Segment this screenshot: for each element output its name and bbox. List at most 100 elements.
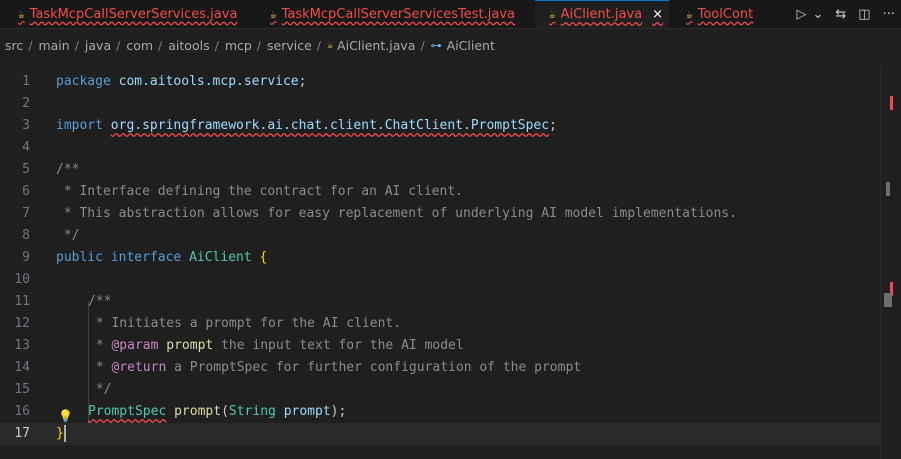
code-line[interactable]: 12 * Initiates a prompt for the AI clien… (0, 313, 880, 335)
line-number: 2 (22, 96, 30, 111)
editor-tab-bar: ☕ TaskMcpCallServerServices.java ☕ TaskM… (0, 0, 901, 29)
comment: /** (56, 162, 80, 177)
code-line[interactable]: 14 * @return a PromptSpec for further co… (0, 357, 880, 379)
run-icon[interactable]: ▷ (796, 7, 806, 22)
line-number: 13 (14, 338, 30, 353)
keyword: import (56, 118, 103, 133)
line-number: 16 (14, 404, 30, 419)
code-editor[interactable]: 1 package com.aitools.mcp.service; 2 3 i… (0, 68, 880, 459)
type-name: AiClient (189, 250, 252, 265)
keyword: interface (110, 250, 182, 265)
line-number: 11 (14, 294, 30, 309)
punctuation: ); (330, 404, 347, 419)
type-name: String (228, 404, 276, 419)
code-line[interactable]: 7 * This abstraction allows for easy rep… (0, 203, 880, 225)
tab-toolcont[interactable]: ☕ ToolCont (686, 0, 753, 28)
compare-icon[interactable]: ⇆ (835, 7, 846, 22)
breadcrumb-item[interactable]: aitools (168, 38, 209, 53)
interface-icon: ⊶ (430, 39, 442, 52)
breadcrumb-item[interactable]: mcp (225, 38, 252, 53)
keyword: public (56, 250, 103, 265)
cursor-position-marker (884, 293, 892, 307)
javadoc-tag: @return (111, 360, 167, 375)
tab-label: TaskMcpCallServerServicesTest.java (281, 6, 515, 22)
breadcrumb-separator: / (116, 38, 121, 53)
breadcrumb-separator: / (158, 38, 163, 53)
breadcrumb-item[interactable]: service (267, 38, 312, 53)
breadcrumb-item[interactable]: main (38, 38, 69, 53)
comment: * (88, 360, 112, 375)
line-number: 17 (14, 426, 30, 441)
comment: */ (56, 228, 80, 243)
code-line[interactable]: 1 package com.aitools.mcp.service; (0, 71, 880, 93)
line-number: 5 (22, 162, 30, 177)
brace: { (259, 250, 268, 265)
javadoc-tag: @param (111, 338, 159, 353)
code-line-current[interactable]: 17 } (0, 423, 880, 445)
comment: the input text for the AI model (213, 338, 464, 353)
line-number: 4 (22, 140, 30, 155)
import-path: org.springframework.ai.chat.client.ChatC… (110, 118, 550, 133)
scroll-thumb[interactable] (886, 182, 890, 196)
comment: /** (88, 294, 112, 309)
line-number: 14 (14, 360, 30, 375)
tab-label: TaskMcpCallServerServices.java (29, 6, 238, 22)
parameter-name: prompt (283, 404, 331, 419)
java-file-icon: ☕ (18, 7, 25, 21)
code-line[interactable]: 13 * @param prompt the input text for th… (0, 335, 880, 357)
lightbulb-icon[interactable]: 💡 (58, 405, 73, 423)
code-line[interactable]: 6 * Interface defining the contract for … (0, 181, 880, 203)
comment: */ (88, 382, 112, 397)
split-editor-icon[interactable]: ◫ (858, 7, 870, 22)
comment: * This abstraction allows for easy repla… (56, 206, 737, 221)
line-number: 9 (22, 250, 30, 265)
code-line[interactable]: 2 (0, 93, 880, 115)
breadcrumb-separator: / (420, 38, 425, 53)
breadcrumb-separator: / (214, 38, 219, 53)
code-line[interactable]: 16 💡 PromptSpec prompt(String prompt); (0, 401, 880, 423)
comment: * Interface defining the contract for an… (56, 184, 463, 199)
punctuation: ; (549, 118, 557, 133)
error-marker[interactable] (890, 96, 893, 110)
type-name: PromptSpec (88, 404, 167, 419)
method-name: prompt (174, 404, 222, 419)
code-line[interactable]: 5 /** (0, 159, 880, 181)
line-number: 8 (22, 228, 30, 243)
line-number: 3 (22, 118, 30, 133)
breadcrumb-item[interactable]: src (5, 38, 23, 53)
line-number: 6 (22, 184, 30, 199)
breadcrumb: src / main / java / com / aitools / mcp / serv… (0, 28, 901, 63)
breadcrumb-item[interactable]: com (126, 38, 153, 53)
code-line[interactable]: 11 /** (0, 291, 880, 313)
breadcrumb-item[interactable]: AiClient.java (337, 38, 415, 53)
package-name: com.aitools.mcp.service (118, 74, 299, 89)
comment: a PromptSpec for further configuration o… (166, 360, 582, 375)
code-line[interactable]: 10 (0, 269, 880, 291)
code-line[interactable]: 15 */ (0, 379, 880, 401)
comment: * (88, 338, 112, 353)
java-file-icon: ☕ (327, 40, 334, 51)
line-number: 12 (14, 316, 30, 331)
breadcrumb-separator: / (256, 38, 262, 53)
keyword: package (56, 74, 111, 89)
breadcrumb-separator: / (316, 38, 322, 53)
punctuation: ( (221, 404, 229, 419)
breadcrumb-item[interactable]: AiClient (447, 38, 495, 53)
vertical-scrollbar[interactable] (880, 68, 901, 459)
breadcrumb-item[interactable]: java (85, 38, 111, 53)
chevron-down-icon[interactable]: ⌄ (812, 7, 823, 22)
tab-aiclient[interactable]: ☕ AiClient.java × (535, 0, 669, 28)
close-icon[interactable]: × (652, 7, 663, 22)
breadcrumb-separator: / (28, 38, 33, 53)
tab-taskmcpcallserverservicestest[interactable]: ☕ TaskMcpCallServerServicesTest.java (270, 0, 515, 28)
editor-actions: ▷ ⌄ ⇆ ◫ ··· (790, 0, 901, 28)
tab-label: AiClient.java (560, 7, 643, 22)
tab-taskmcpcallserverservices[interactable]: ☕ TaskMcpCallServerServices.java (18, 0, 237, 28)
code-line[interactable]: 4 (0, 137, 880, 159)
more-actions-icon[interactable]: ··· (883, 7, 895, 22)
java-file-icon: ☕ (270, 7, 277, 21)
code-line[interactable]: 8 */ (0, 225, 880, 247)
code-line[interactable]: 9 public interface AiClient { (0, 247, 880, 269)
java-file-icon: ☕ (686, 7, 693, 21)
code-line[interactable]: 3 import org.springframework.ai.chat.cli… (0, 115, 880, 137)
